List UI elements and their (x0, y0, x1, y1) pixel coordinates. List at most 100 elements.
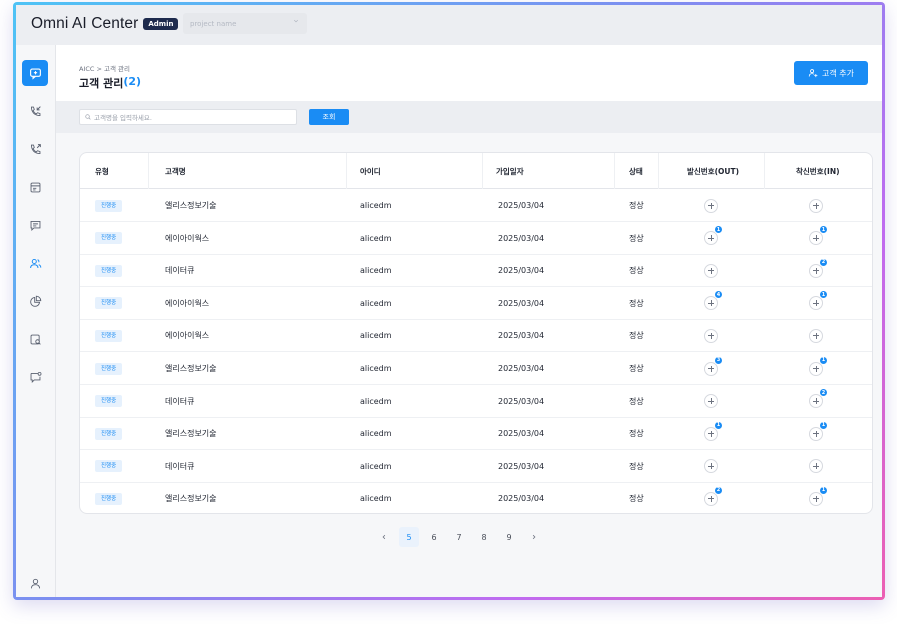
customer-name: 앨리스정보기술 (165, 364, 217, 373)
brand-name: Omni AI Center (31, 15, 139, 32)
window-icon (30, 182, 40, 192)
customer-name: 앨리스정보기술 (165, 429, 217, 439)
inbound-count-badge: 1 (819, 290, 828, 300)
type-cell: 진행중 (95, 385, 123, 418)
inbound-count-badge: 1 (819, 420, 828, 430)
customer-name: 에이아이웍스 (165, 233, 210, 243)
add-outbound-number-button[interactable] (704, 328, 718, 343)
sidebar-item-search-docs[interactable] (22, 326, 48, 352)
page-9[interactable]: 9 (499, 527, 519, 547)
join-date: 2025/03/04 (498, 233, 545, 243)
status-badge: 진행중 (95, 329, 123, 342)
sidebar-item-outgoing-calls[interactable] (22, 136, 48, 162)
sidebar-item-incoming-calls[interactable] (22, 98, 48, 124)
sidebar-item-messages[interactable] (22, 212, 48, 238)
page-7[interactable]: 7 (449, 527, 469, 547)
add-user-icon (808, 69, 818, 78)
next-page-button[interactable] (524, 527, 544, 547)
user-profile-icon (30, 578, 40, 588)
table-row[interactable]: 진행중 에이아이웍스 alicedm 2025/03/04 정상 (80, 319, 872, 353)
table-row[interactable]: 진행중 데이터큐 alicedm 2025/03/04 정상 2 (80, 385, 872, 418)
table-row[interactable]: 진행중 에이아이웍스 alicedm 2025/03/04 정상 4 1 (80, 287, 872, 320)
sidebar-item-statistics[interactable] (22, 288, 48, 314)
add-inbound-number-button[interactable]: 1 (809, 225, 828, 246)
outbound-cell: 2 (704, 482, 723, 513)
sidebar-item-profile[interactable] (22, 570, 48, 596)
account-status: 정상 (629, 233, 644, 243)
sidebar-item-chat[interactable] (22, 60, 48, 86)
inbound-cell: 1 (809, 482, 828, 513)
add-inbound-number-button[interactable]: 2 (809, 388, 828, 409)
customer-name: 앨리스정보기술 (165, 494, 217, 504)
outbound-cell (704, 450, 718, 483)
inbound-cell: 2 (809, 254, 828, 287)
sidebar-item-chat-settings[interactable] (22, 364, 48, 390)
inbound-cell (809, 189, 823, 222)
chevron-left-icon (382, 534, 386, 540)
project-select[interactable]: project name (183, 13, 307, 34)
chat-bubble-icon (29, 67, 41, 80)
customer-id: alicedm (360, 331, 392, 341)
users-icon (29, 258, 41, 268)
table-row[interactable]: 진행중 앨리스정보기술 alicedm 2025/03/04 정상 (80, 189, 872, 222)
add-outbound-number-button[interactable] (704, 263, 718, 278)
col-outbound-number: 발신번호(OUT) (687, 166, 740, 176)
join-date: 2025/03/04 (498, 461, 545, 471)
outbound-cell: 4 (704, 287, 723, 320)
search-input[interactable]: 고객명을 입력하세요. (79, 109, 297, 125)
customer-table: 유형 고객명 아이디 가입일자 상태 발신번호(OUT) 착신번호(IN) 진행… (79, 152, 873, 514)
type-cell: 진행중 (95, 417, 123, 450)
page-8[interactable]: 8 (474, 527, 494, 547)
outbound-count-badge: 3 (714, 355, 723, 365)
join-date: 2025/03/04 (498, 201, 545, 210)
page-5[interactable]: 5 (399, 527, 419, 547)
join-date: 2025/03/04 (498, 429, 545, 439)
table-row[interactable]: 진행중 데이터큐 alicedm 2025/03/04 정상 2 (80, 254, 872, 288)
incoming-call-icon (30, 105, 41, 116)
table-row[interactable]: 진행중 데이터큐 alicedm 2025/03/04 정상 (80, 450, 872, 483)
outbound-cell: 3 (704, 352, 723, 385)
add-inbound-number-button[interactable] (809, 198, 823, 213)
header-divider (346, 153, 347, 189)
outbound-cell (704, 319, 718, 352)
inbound-count-badge: 1 (819, 225, 828, 235)
add-customer-button[interactable]: 고객 추가 (794, 61, 868, 85)
join-date: 2025/03/04 (498, 396, 545, 406)
search-button[interactable]: 조회 (309, 109, 349, 125)
customer-id: alicedm (360, 266, 392, 276)
page-title-text: 고객 관리 (79, 77, 124, 90)
table-row[interactable]: 진행중 앨리스정보기술 alicedm 2025/03/04 정상 2 1 (80, 482, 872, 513)
prev-page-button[interactable] (374, 527, 394, 547)
add-inbound-number-button[interactable] (809, 459, 823, 474)
add-inbound-number-button[interactable] (809, 328, 823, 343)
join-date: 2025/03/04 (498, 298, 545, 308)
sidebar-item-customers[interactable] (22, 250, 48, 276)
inbound-cell: 1 (809, 352, 828, 385)
add-outbound-number-button[interactable] (704, 459, 718, 474)
search-icon (85, 114, 91, 120)
add-inbound-number-button[interactable]: 1 (809, 420, 828, 441)
table-row[interactable]: 진행중 앨리스정보기술 alicedm 2025/03/04 정상 1 1 (80, 417, 872, 451)
table-row[interactable]: 진행중 앨리스정보기술 alicedm 2025/03/04 정상 3 1 (80, 352, 872, 385)
add-outbound-number-button[interactable] (704, 394, 718, 409)
page-6[interactable]: 6 (424, 527, 444, 547)
add-outbound-number-button[interactable] (704, 198, 718, 213)
add-outbound-number-button[interactable]: 1 (704, 225, 723, 246)
add-outbound-number-button[interactable]: 2 (704, 485, 723, 506)
add-inbound-number-button[interactable]: 1 (809, 355, 828, 376)
account-status: 정상 (629, 266, 644, 276)
app: Omni AI Center Admin project name AICC >… (16, 5, 882, 597)
col-join-date: 가입일자 (496, 166, 524, 176)
add-inbound-number-button[interactable]: 1 (809, 290, 828, 311)
add-inbound-number-button[interactable]: 1 (809, 485, 828, 506)
add-outbound-number-button[interactable]: 4 (704, 290, 723, 311)
sidebar-item-window[interactable] (22, 174, 48, 200)
inbound-cell (809, 450, 823, 483)
table-row[interactable]: 진행중 에이아이웍스 alicedm 2025/03/04 정상 1 1 (80, 222, 872, 255)
add-inbound-number-button[interactable]: 2 (809, 257, 828, 278)
outbound-cell (704, 385, 718, 418)
search-doc-icon (30, 334, 41, 345)
account-status: 정상 (629, 364, 644, 373)
add-outbound-number-button[interactable]: 1 (704, 420, 723, 441)
add-outbound-number-button[interactable]: 3 (704, 355, 723, 376)
